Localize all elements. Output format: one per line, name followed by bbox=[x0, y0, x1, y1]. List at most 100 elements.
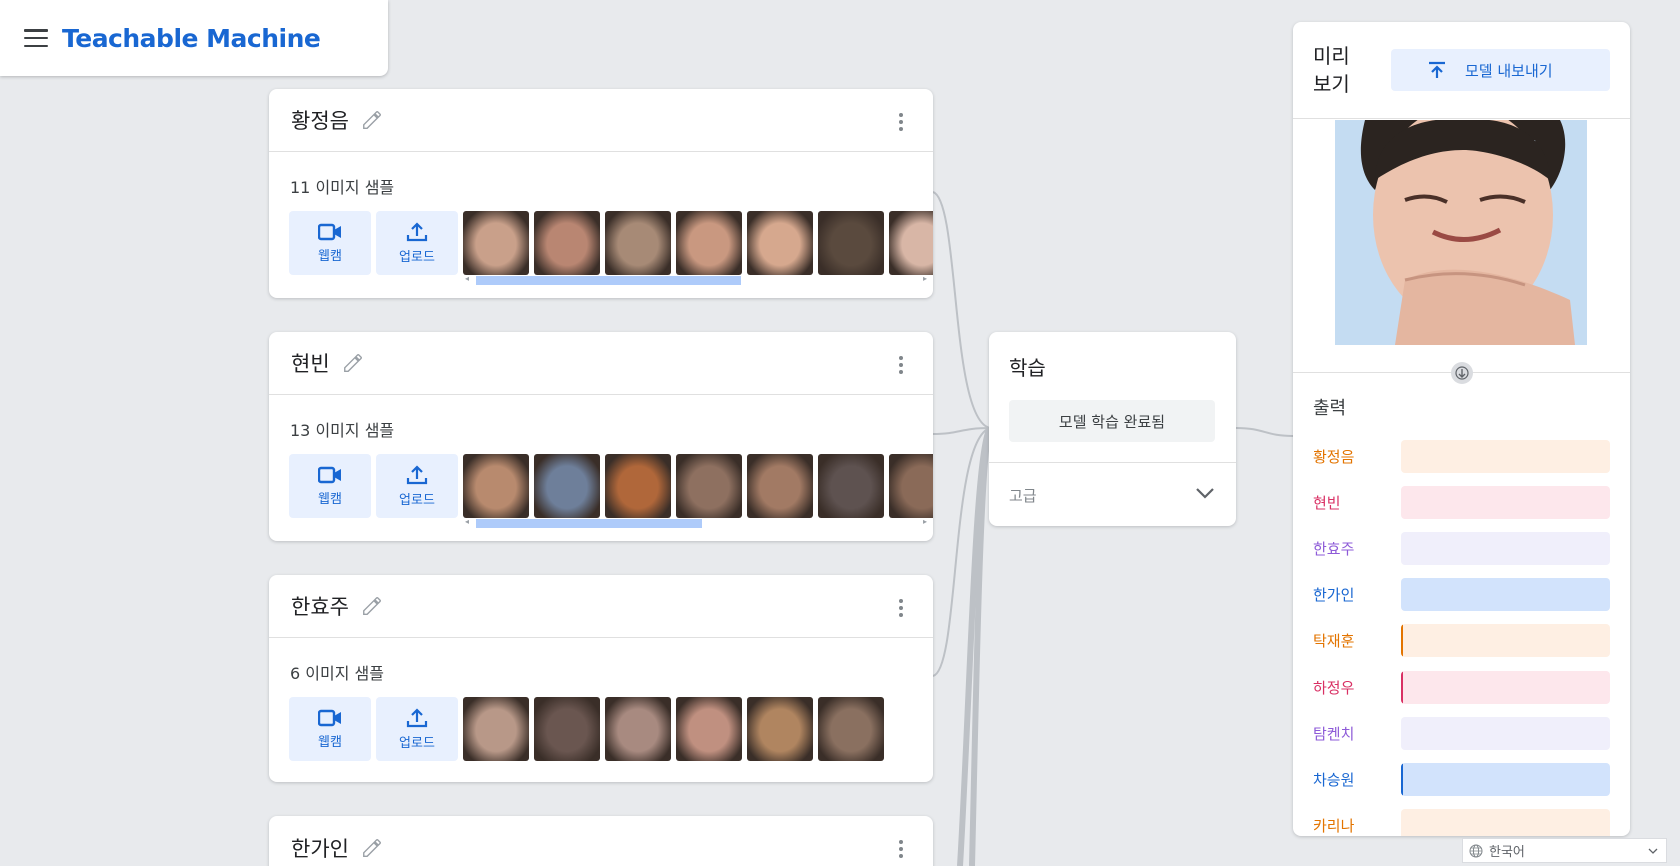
scroll-left-icon[interactable]: ◂ bbox=[465, 274, 469, 283]
sample-thumbnail[interactable] bbox=[818, 211, 884, 275]
sample-thumbnail[interactable] bbox=[605, 211, 671, 275]
sample-thumbnail[interactable] bbox=[889, 211, 933, 275]
class-name[interactable]: 황정음 bbox=[291, 105, 349, 135]
more-options-icon[interactable] bbox=[899, 599, 903, 617]
sample-thumbnail[interactable] bbox=[747, 211, 813, 275]
edit-icon[interactable] bbox=[361, 837, 383, 859]
class-card-header: 한가인 bbox=[269, 816, 933, 866]
sample-count: 6 이미지 샘플 bbox=[290, 664, 384, 683]
upload-button[interactable]: 업로드 bbox=[376, 454, 458, 518]
output-row: 탐켄치 bbox=[1313, 716, 1610, 750]
output-confidence-fill bbox=[1401, 762, 1404, 796]
output-confidence-fill bbox=[1401, 670, 1404, 704]
sample-thumbnails bbox=[463, 697, 933, 761]
divider bbox=[1293, 118, 1630, 119]
chevron-down-icon bbox=[1648, 848, 1658, 854]
webcam-button[interactable]: 웹캠 bbox=[289, 454, 371, 518]
edit-icon[interactable] bbox=[361, 595, 383, 617]
class-card-header: 황정음 bbox=[269, 89, 933, 152]
sample-thumbnail[interactable] bbox=[747, 454, 813, 518]
class-card-1: 황정음 11 이미지 샘플 웹캠 업로드 ◂ ▸ bbox=[269, 89, 933, 298]
class-card-2: 현빈 13 이미지 샘플 웹캠 업로드 ◂ ▸ bbox=[269, 332, 933, 541]
output-confidence-bar bbox=[1401, 716, 1610, 750]
output-confidence-bar bbox=[1401, 762, 1610, 796]
output-row: 황정음 bbox=[1313, 439, 1610, 473]
output-label: 황정음 bbox=[1313, 447, 1355, 466]
sample-thumbnail[interactable] bbox=[605, 454, 671, 518]
video-camera-icon bbox=[318, 466, 341, 483]
output-row: 현빈 bbox=[1313, 485, 1610, 519]
output-label: 카리나 bbox=[1313, 817, 1355, 836]
language-select[interactable]: 한국어 bbox=[1462, 838, 1667, 863]
sample-thumbnail[interactable] bbox=[747, 697, 813, 761]
thumbnail-scrollbar[interactable]: ◂ ▸ bbox=[465, 517, 927, 528]
output-label: 차승원 bbox=[1313, 770, 1355, 789]
sample-thumbnail[interactable] bbox=[676, 211, 742, 275]
class-card-header: 한효주 bbox=[269, 575, 933, 638]
language-label: 한국어 bbox=[1489, 845, 1525, 860]
output-row: 한효주 bbox=[1313, 531, 1610, 565]
output-confidence-bar bbox=[1401, 531, 1610, 565]
video-camera-icon bbox=[318, 223, 341, 240]
class-name[interactable]: 한효주 bbox=[291, 591, 349, 621]
sample-thumbnail[interactable] bbox=[676, 697, 742, 761]
class-name[interactable]: 한가인 bbox=[291, 833, 349, 863]
thumbnail-scrollbar[interactable]: ◂ ▸ bbox=[465, 274, 927, 285]
class-card-3: 한효주 6 이미지 샘플 웹캠 업로드 bbox=[269, 575, 933, 782]
output-row: 탁재훈 bbox=[1313, 624, 1610, 658]
arrow-down-icon[interactable] bbox=[1451, 362, 1473, 384]
sample-thumbnail[interactable] bbox=[534, 697, 600, 761]
training-title: 학습 bbox=[1009, 356, 1046, 380]
sample-thumbnail[interactable] bbox=[463, 211, 529, 275]
sample-thumbnail[interactable] bbox=[463, 454, 529, 518]
sample-thumbnail[interactable] bbox=[818, 454, 884, 518]
train-model-button[interactable]: 모델 학습 완료됨 bbox=[1009, 400, 1215, 442]
sample-thumbnail[interactable] bbox=[605, 697, 671, 761]
advanced-toggle[interactable]: 고급 bbox=[1009, 485, 1037, 506]
sample-thumbnail[interactable] bbox=[534, 454, 600, 518]
upload-icon bbox=[406, 221, 428, 241]
upload-icon bbox=[406, 707, 428, 727]
scroll-left-icon[interactable]: ◂ bbox=[465, 517, 469, 526]
webcam-button[interactable]: 웹캠 bbox=[289, 211, 371, 275]
sample-thumbnail[interactable] bbox=[818, 697, 884, 761]
preview-title: 미리 보기 bbox=[1313, 44, 1350, 96]
more-options-icon[interactable] bbox=[899, 356, 903, 374]
output-row: 한가인 bbox=[1313, 578, 1610, 612]
video-camera-icon bbox=[318, 709, 341, 726]
more-options-icon[interactable] bbox=[899, 840, 903, 858]
output-row: 차승원 bbox=[1313, 762, 1610, 796]
scroll-right-icon[interactable]: ▸ bbox=[923, 274, 927, 283]
sample-thumbnail[interactable] bbox=[463, 697, 529, 761]
more-options-icon[interactable] bbox=[899, 113, 903, 131]
output-confidence-fill bbox=[1401, 624, 1404, 658]
menu-icon[interactable] bbox=[24, 29, 48, 47]
upload-button[interactable]: 업로드 bbox=[376, 211, 458, 275]
class-card-header: 현빈 bbox=[269, 332, 933, 395]
edit-icon[interactable] bbox=[342, 352, 364, 374]
export-model-button[interactable]: 모델 내보내기 bbox=[1391, 49, 1610, 91]
sample-thumbnails bbox=[463, 454, 933, 518]
app-header: Teachable Machine bbox=[0, 0, 388, 76]
output-confidence-bar bbox=[1401, 809, 1610, 836]
output-row: 카리나 bbox=[1313, 809, 1610, 836]
sample-thumbnail[interactable] bbox=[889, 454, 933, 518]
sample-count: 11 이미지 샘플 bbox=[290, 178, 395, 197]
sample-thumbnails bbox=[463, 211, 933, 275]
chevron-down-icon[interactable] bbox=[1194, 485, 1216, 501]
preview-card: 미리 보기 모델 내보내기 출력 황정음 현빈 한효주 한가인 탁재훈 하정우 탐켄치 차승원… bbox=[1293, 22, 1630, 836]
scroll-right-icon[interactable]: ▸ bbox=[923, 517, 927, 526]
brand-title[interactable]: Teachable Machine bbox=[62, 24, 321, 53]
output-label: 탁재훈 bbox=[1313, 632, 1355, 651]
upload-icon bbox=[1429, 61, 1445, 78]
upload-button[interactable]: 업로드 bbox=[376, 697, 458, 761]
edit-icon[interactable] bbox=[361, 109, 383, 131]
sample-thumbnail[interactable] bbox=[534, 211, 600, 275]
output-row: 하정우 bbox=[1313, 670, 1610, 704]
sample-thumbnail[interactable] bbox=[676, 454, 742, 518]
output-label: 현빈 bbox=[1313, 493, 1341, 512]
upload-icon bbox=[406, 464, 428, 484]
webcam-button[interactable]: 웹캠 bbox=[289, 697, 371, 761]
output-confidence-bar bbox=[1401, 578, 1610, 612]
class-name[interactable]: 현빈 bbox=[291, 348, 330, 378]
